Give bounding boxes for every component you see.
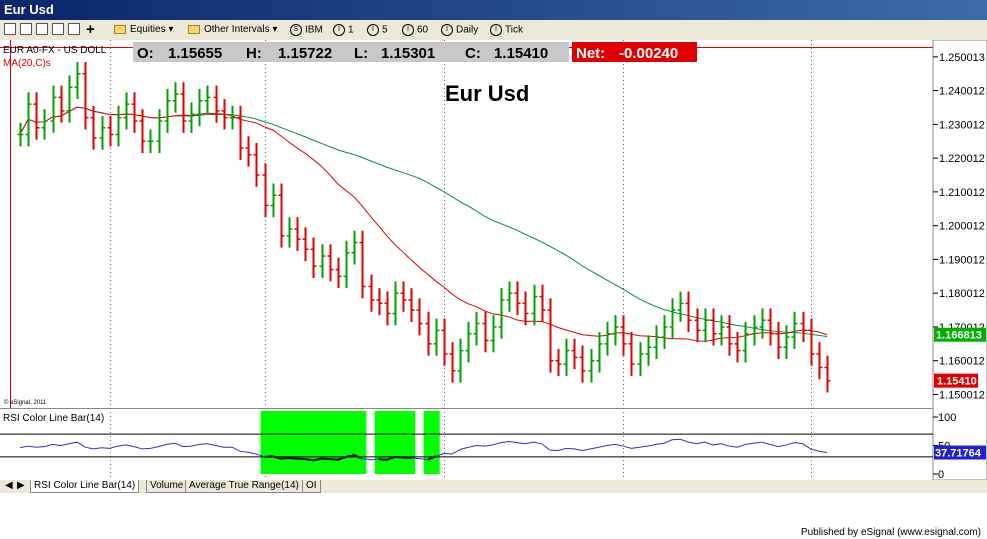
equities-label: Equities	[130, 24, 166, 35]
interval-icon: I	[367, 24, 379, 36]
chart-background	[0, 40, 987, 480]
ma-legend: MA(20,C)s	[3, 58, 51, 69]
tab-label: Volume	[150, 480, 184, 491]
published-by: Published by eSignal (www.esignal.com)	[800, 527, 981, 538]
interval-icon: I	[441, 24, 453, 36]
grid-icon[interactable]	[4, 23, 16, 35]
rsi-value-label: 37.71764	[935, 448, 982, 460]
interval-label: 5	[382, 24, 388, 36]
symbol-description: EUR A0-FX - US DOLL	[3, 45, 107, 56]
last-price-label: 1.15410	[937, 376, 977, 388]
interval-label: Tick	[505, 24, 523, 36]
folder-icon	[114, 25, 126, 34]
price-tick-label: 1.150012	[939, 389, 985, 401]
interval-60-button[interactable]: I 60	[402, 24, 428, 36]
copy-icon[interactable]	[52, 23, 64, 35]
rsi-tick-label: 0	[938, 469, 944, 480]
tab-oi[interactable]: OI	[302, 480, 321, 493]
price-tick-label: 1.210012	[939, 187, 985, 199]
other-intervals-menu[interactable]: Other Intervals ▾	[204, 24, 277, 35]
close-label: C:	[465, 45, 481, 62]
open-value: 1.15655	[168, 45, 222, 62]
price-tick-label: 1.220012	[939, 153, 985, 165]
tab-label: Average True Range(14)	[189, 480, 299, 491]
interval-5-button[interactable]: I5	[367, 24, 388, 36]
interval-icon: I	[402, 24, 414, 36]
tab-atr[interactable]: Average True Range(14)	[185, 480, 303, 493]
low-label: L:	[354, 45, 368, 62]
price-chart[interactable]: 1.250013 1.240012 1.230012 1.220012 1.210012…	[0, 40, 987, 480]
price-tick-label: 1.250013	[939, 52, 985, 64]
window-titlebar: Eur Usd	[0, 0, 987, 20]
plus-icon[interactable]: +	[86, 21, 95, 38]
net-value: -0.00240	[619, 45, 678, 62]
esignal-watermark: © eSignal, 2011	[4, 399, 47, 406]
tab-label: RSI Color Line Bar(14)	[34, 480, 136, 491]
tab-rsi[interactable]: RSI Color Line Bar(14)	[30, 480, 140, 493]
ma-value-label: 1.166813	[936, 330, 982, 342]
chart-icon[interactable]	[68, 23, 80, 35]
interval-label: 60	[417, 24, 429, 36]
rsi-highlight	[374, 411, 416, 474]
window-title: Eur Usd	[4, 2, 54, 17]
symbol-button[interactable]: S IBM	[290, 24, 323, 36]
indicator-tabs: ◀ ▶ RSI Color Line Bar(14) Volume Averag…	[0, 480, 987, 493]
window-icon[interactable]	[20, 23, 32, 35]
low-value: 1.15301	[381, 45, 435, 62]
toolbar: + Equities ▾ Other Intervals ▾ S IBM I1 I…	[0, 20, 987, 41]
symbol-label: IBM	[305, 24, 323, 36]
price-tick-label: 1.230012	[939, 119, 985, 131]
interval-icon: I	[490, 24, 502, 36]
tab-volume[interactable]: Volume	[146, 480, 188, 493]
equities-menu[interactable]: Equities ▾	[130, 24, 173, 35]
interval-icon: I	[333, 24, 345, 36]
close-value: 1.15410	[494, 45, 548, 62]
rsi-highlight	[260, 411, 367, 474]
price-tick-label: 1.160012	[939, 356, 985, 368]
interval-label: 1	[348, 24, 354, 36]
price-tick-label: 1.190012	[939, 254, 985, 266]
folder-icon	[188, 25, 200, 34]
rsi-title: RSI Color Line Bar(14)	[3, 413, 104, 424]
high-value: 1.15722	[278, 45, 332, 62]
symbol-icon: S	[290, 24, 302, 36]
price-tick-label: 1.180012	[939, 288, 985, 300]
net-label: Net:	[576, 45, 605, 62]
price-tick-label: 1.200012	[939, 221, 985, 233]
interval-label: Daily	[456, 24, 479, 36]
open-label: O:	[137, 45, 154, 62]
tab-label: OI	[306, 480, 317, 491]
rsi-tick-label: 100	[938, 412, 956, 424]
tab-scroll-right-icon[interactable]: ▶	[14, 480, 28, 492]
high-label: H:	[246, 45, 262, 62]
layout-icon[interactable]	[36, 23, 48, 35]
chart-title: Eur Usd	[445, 81, 529, 106]
interval-daily-button[interactable]: I Daily	[441, 24, 478, 36]
rsi-highlight	[423, 411, 440, 474]
interval-1-button[interactable]: I1	[333, 24, 354, 36]
other-intervals-label: Other Intervals	[204, 24, 270, 35]
interval-tick-button[interactable]: I Tick	[490, 24, 523, 36]
price-tick-label: 1.240012	[939, 86, 985, 98]
